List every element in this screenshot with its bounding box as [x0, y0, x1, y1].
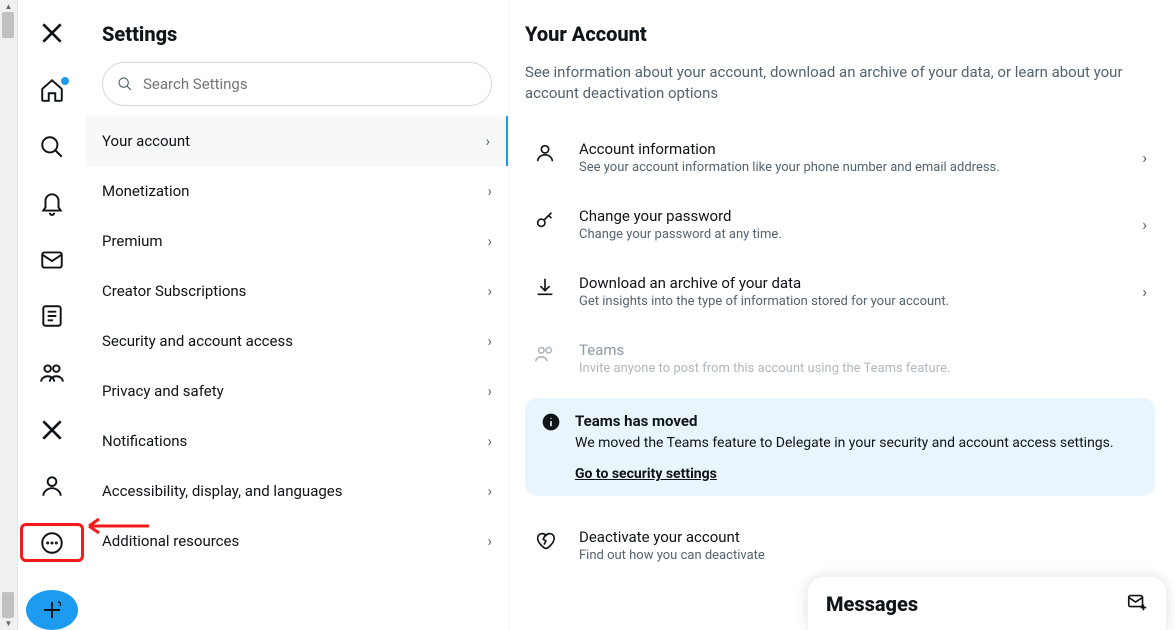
heart-broken-icon: [533, 528, 557, 552]
bell-icon[interactable]: [27, 184, 77, 223]
settings-title: Settings: [86, 14, 508, 62]
new-message-icon[interactable]: [1126, 591, 1148, 617]
download-icon: [533, 274, 557, 298]
profile-icon[interactable]: [27, 467, 77, 506]
option-account-information[interactable]: Account informationSee your account info…: [525, 124, 1155, 191]
info-icon: [541, 412, 561, 432]
settings-item-security[interactable]: Security and account access›: [86, 316, 508, 366]
search-icon[interactable]: [27, 127, 77, 166]
annotation-arrow: [81, 516, 151, 536]
chevron-right-icon: ›: [487, 482, 492, 500]
option-teams: TeamsInvite anyone to post from this acc…: [525, 325, 1155, 392]
page-scrollbar[interactable]: ▲ ▼: [0, 0, 18, 630]
lists-icon[interactable]: [27, 297, 77, 336]
premium-icon[interactable]: [27, 410, 77, 449]
compose-button[interactable]: [26, 590, 78, 630]
option-download-archive[interactable]: Download an archive of your dataGet insi…: [525, 258, 1155, 325]
x-logo-icon[interactable]: [27, 14, 77, 53]
settings-item-premium[interactable]: Premium›: [86, 216, 508, 266]
page-title: Your Account: [525, 14, 1155, 62]
chevron-right-icon: ›: [487, 282, 492, 300]
more-icon[interactable]: [20, 523, 84, 561]
chevron-right-icon: ›: [487, 232, 492, 250]
chevron-right-icon: ›: [487, 432, 492, 450]
home-icon[interactable]: [27, 71, 77, 110]
search-settings-input[interactable]: [102, 62, 492, 106]
settings-item-monetization[interactable]: Monetization›: [86, 166, 508, 216]
teams-moved-notice: Teams has moved We moved the Teams featu…: [525, 398, 1155, 496]
chevron-right-icon: ›: [487, 332, 492, 350]
team-icon: [533, 341, 557, 365]
chevron-right-icon: ›: [487, 382, 492, 400]
settings-item-accessibility[interactable]: Accessibility, display, and languages›: [86, 466, 508, 516]
settings-item-your-account[interactable]: Your account›: [86, 116, 508, 166]
settings-item-privacy[interactable]: Privacy and safety›: [86, 366, 508, 416]
nav-rail: [18, 0, 86, 630]
option-deactivate[interactable]: Deactivate your accountFind out how you …: [525, 512, 1155, 579]
messages-drawer[interactable]: Messages: [807, 576, 1167, 630]
go-to-security-link[interactable]: Go to security settings: [575, 466, 717, 482]
person-icon: [533, 140, 557, 164]
chevron-right-icon: ›: [487, 182, 492, 200]
chevron-right-icon: ›: [1142, 215, 1147, 234]
notification-dot: [61, 77, 69, 85]
chevron-right-icon: ›: [1142, 282, 1147, 301]
settings-item-notifications[interactable]: Notifications›: [86, 416, 508, 466]
chevron-right-icon: ›: [485, 132, 490, 150]
search-icon: [117, 76, 133, 92]
chevron-right-icon: ›: [487, 532, 492, 550]
page-description: See information about your account, down…: [525, 62, 1155, 124]
option-change-password[interactable]: Change your passwordChange your password…: [525, 191, 1155, 258]
settings-item-creator-subs[interactable]: Creator Subscriptions›: [86, 266, 508, 316]
chevron-right-icon: ›: [1142, 148, 1147, 167]
mail-icon[interactable]: [27, 240, 77, 279]
communities-icon[interactable]: [27, 354, 77, 393]
main-content: Your Account See information about your …: [509, 0, 1175, 630]
key-icon: [533, 207, 557, 231]
